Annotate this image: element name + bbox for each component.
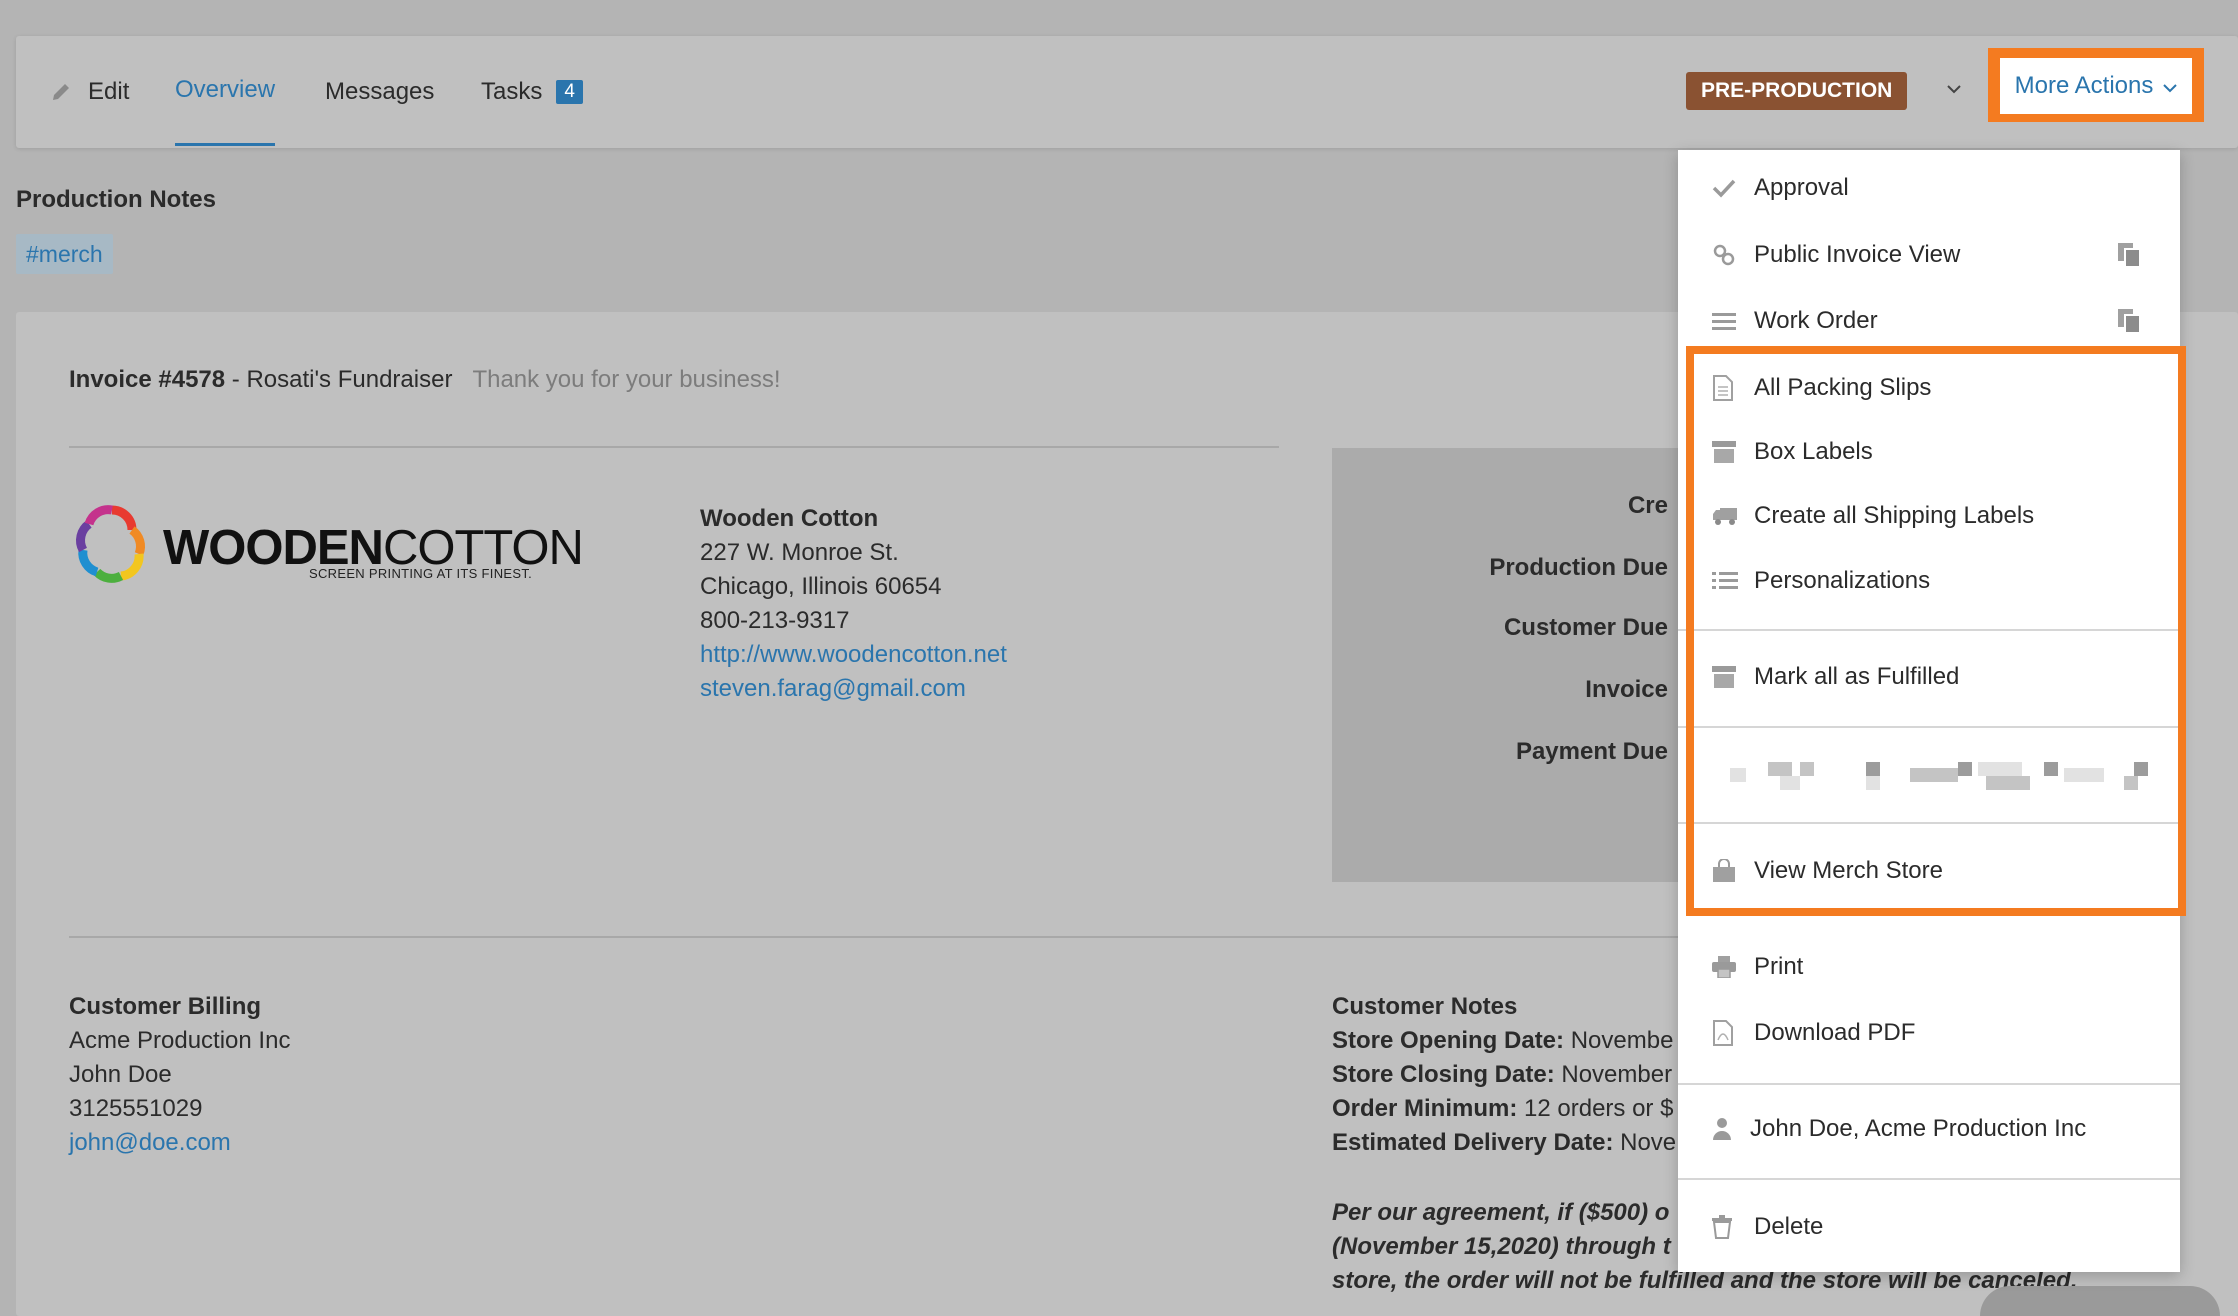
trash-icon (1712, 1215, 1732, 1239)
store-closing-date: Store Closing Date: November (1332, 1061, 1673, 1088)
customer-billing-heading: Customer Billing (69, 993, 262, 1020)
production-notes-tag[interactable]: #merch (16, 234, 113, 274)
tab-tasks[interactable]: Tasks 4 (481, 36, 583, 148)
status-badge[interactable]: PRE-PRODUCTION (1686, 72, 1908, 110)
menu-item-public-invoice-view[interactable]: Public Invoice View (1678, 227, 2180, 283)
checkmark-icon (1712, 178, 1736, 198)
tasks-count-badge: 4 (556, 80, 583, 104)
pdf-file-icon (1712, 1020, 1734, 1046)
billing-contact: John Doe (69, 1061, 172, 1088)
company-name: Wooden Cotton (700, 505, 879, 532)
printer-icon (1712, 956, 1736, 978)
company-street: 227 W. Monroe St. (700, 539, 899, 566)
menu-item-work-order[interactable]: Work Order (1678, 293, 2180, 349)
chevron-down-icon (2163, 72, 2178, 100)
billing-company: Acme Production Inc (69, 1027, 291, 1054)
menu-divider (1678, 1083, 2180, 1085)
status-chevron-down-icon[interactable] (1940, 76, 1968, 102)
menu-item-print[interactable]: Print (1678, 939, 2180, 995)
invoice-number: Invoice #4578 (69, 366, 226, 393)
more-actions-label: More Actions (2014, 72, 2154, 99)
divider (69, 446, 1279, 448)
agreement-line-1: Per our agreement, if ($500) o (1332, 1199, 1670, 1226)
company-email-link[interactable]: steven.farag@gmail.com (700, 672, 1007, 706)
pencil-icon (50, 81, 72, 103)
billing-phone: 3125551029 (69, 1095, 203, 1122)
store-opening-date: Store Opening Date: Novembe (1332, 1027, 1674, 1054)
date-created-label: Cre (1627, 492, 1668, 519)
company-logo: WOODENCOTTON SCREEN PRINTING AT ITS FINE… (69, 500, 584, 592)
menu-item-delete[interactable]: Delete (1678, 1199, 2180, 1255)
customer-due-label: Customer Due (1503, 614, 1668, 641)
company-website-link[interactable]: http://www.woodencotton.net (700, 638, 1007, 672)
tab-messages[interactable]: Messages (325, 36, 434, 148)
divider (69, 936, 1689, 938)
invoice-title: Invoice #4578 - Rosati's Fundraiser Thank… (69, 366, 781, 394)
tab-messages-label: Messages (325, 78, 435, 105)
menu-item-download-pdf[interactable]: Download PDF (1678, 1005, 2180, 1061)
logo-tagline: SCREEN PRINTING AT ITS FINEST. (309, 566, 533, 581)
agreement-line-2: (November 15,2020) through t (1332, 1233, 1671, 1260)
list-lines-icon (1712, 311, 1736, 331)
copy-icon[interactable] (2116, 307, 2142, 335)
tab-edit[interactable]: Edit (50, 36, 129, 148)
tab-tasks-label: Tasks (481, 78, 543, 105)
tab-edit-label: Edit (88, 78, 130, 105)
company-address: Wooden Cotton 227 W. Monroe St. Chicago,… (700, 502, 1007, 706)
payment-due-label: Payment Due (1515, 738, 1668, 765)
estimated-delivery-date: Estimated Delivery Date: Nove (1332, 1129, 1677, 1156)
invoice-thanks: Thank you for your business! (472, 366, 781, 393)
customer-notes: Customer Notes Store Opening Date: Novem… (1332, 990, 1678, 1160)
tab-overview-label: Overview (175, 75, 276, 103)
invoice-name: - Rosati's Fundraiser (225, 366, 453, 393)
logo-flower-icon (76, 505, 145, 583)
production-due-label: Production Due (1489, 554, 1668, 581)
user-icon (1712, 1117, 1732, 1141)
customer-billing: Customer Billing Acme Production Inc Joh… (69, 990, 290, 1160)
order-minimum: Order Minimum: 12 orders or $ (1332, 1095, 1674, 1122)
highlight-box (1686, 346, 2186, 916)
billing-email-link[interactable]: john@doe.com (69, 1126, 290, 1160)
invoice-date-label: Invoice (1585, 676, 1668, 703)
link-icon (1712, 243, 1736, 267)
company-phone: 800-213-9317 (700, 607, 850, 634)
menu-item-customer[interactable]: John Doe, Acme Production Inc (1678, 1101, 2180, 1157)
more-actions-button[interactable]: More Actions (2000, 58, 2192, 114)
tab-overview[interactable]: Overview (175, 36, 276, 146)
production-notes-title: Production Notes (16, 186, 217, 213)
company-city: Chicago, Illinois 60654 (700, 573, 942, 600)
menu-item-approval[interactable]: Approval (1678, 160, 2180, 216)
chat-widget-button[interactable] (1980, 1286, 2220, 1316)
customer-notes-heading: Customer Notes (1332, 993, 1518, 1020)
status-badge-label: PRE-PRODUCTION (1701, 79, 1893, 102)
copy-icon[interactable] (2116, 241, 2142, 269)
menu-divider (1678, 1178, 2180, 1180)
